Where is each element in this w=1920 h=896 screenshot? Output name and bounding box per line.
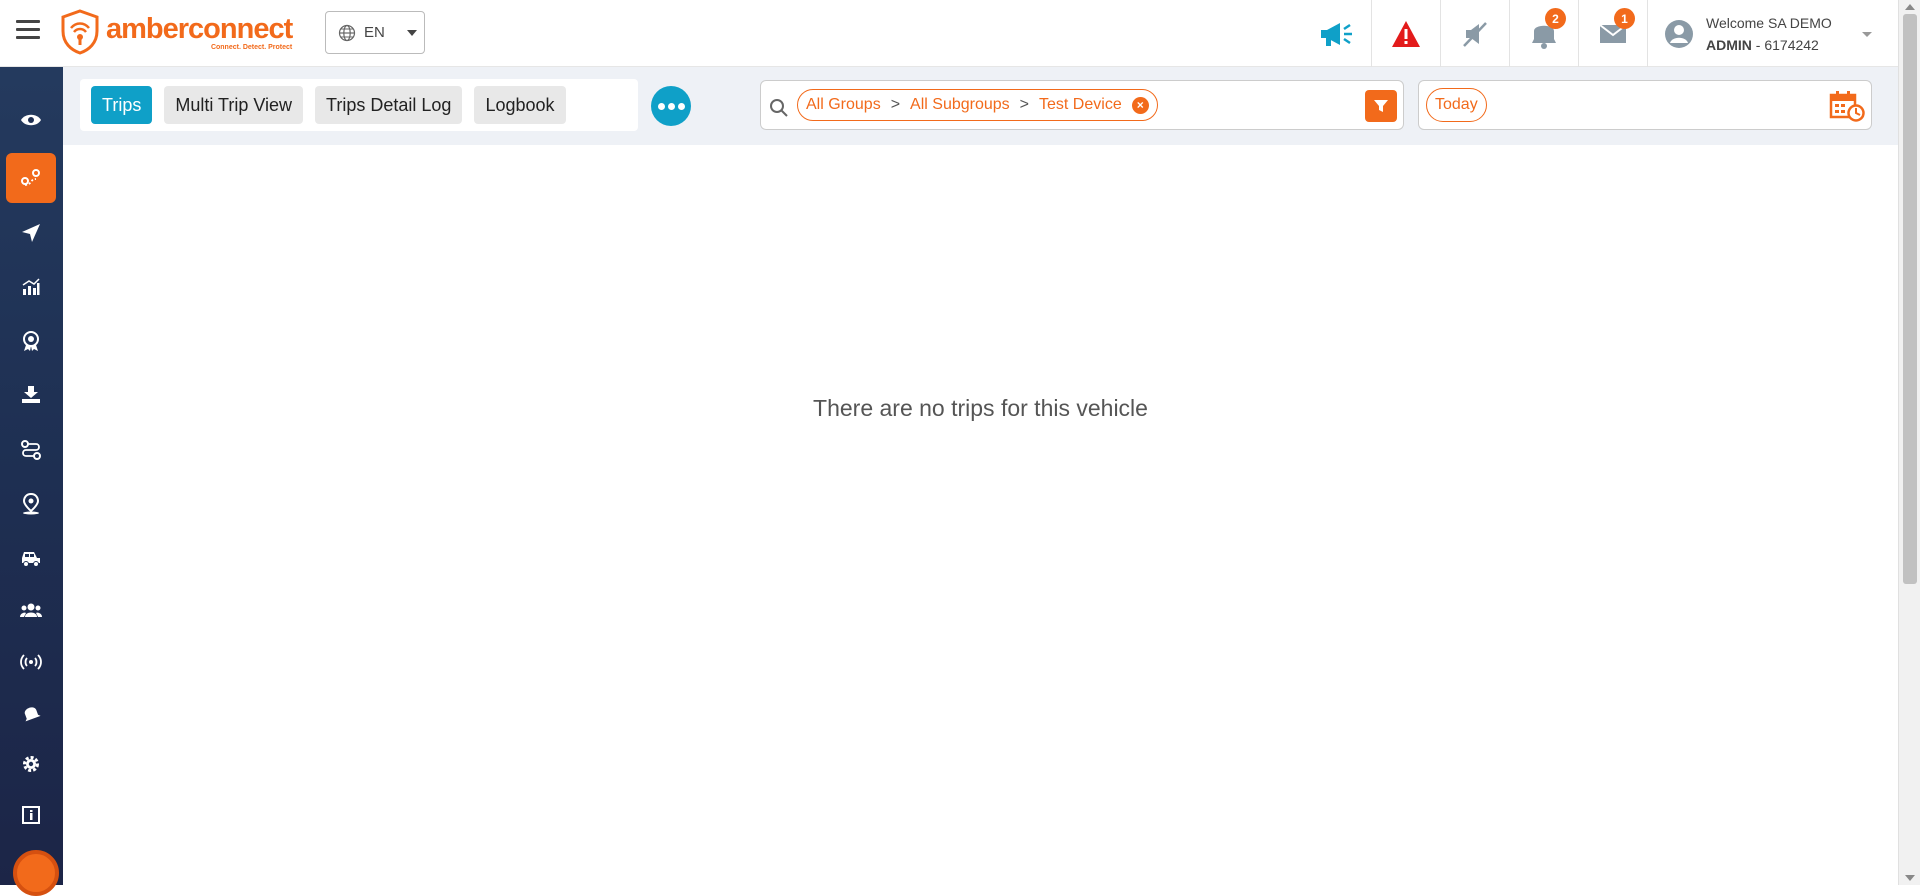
sidebar-item-awards[interactable] bbox=[6, 316, 56, 366]
geofence-pin-icon bbox=[22, 493, 40, 515]
scrollbar-thumb[interactable] bbox=[1903, 14, 1917, 584]
filter-subgroup[interactable]: All Subgroups bbox=[910, 96, 1010, 114]
clear-filter-icon[interactable]: × bbox=[1131, 96, 1149, 114]
tab-logbook[interactable]: Logbook bbox=[474, 86, 566, 124]
top-bar: amberconnect Connect. Detect. Protect EN bbox=[0, 0, 1898, 67]
sidebar bbox=[0, 67, 63, 896]
messages-button[interactable]: 1 bbox=[1579, 0, 1648, 67]
alerts-button[interactable] bbox=[1372, 0, 1441, 67]
sidebar-item-settings[interactable] bbox=[6, 739, 56, 789]
avatar-icon bbox=[1665, 19, 1693, 48]
users-icon bbox=[20, 603, 42, 617]
language-selector[interactable]: EN bbox=[325, 11, 425, 54]
vehicles-icon bbox=[22, 552, 40, 567]
chevron-down-icon bbox=[1862, 32, 1872, 37]
reports-chart-icon bbox=[22, 278, 40, 295]
calendar-clock-icon[interactable] bbox=[1829, 89, 1865, 123]
scroll-up-arrow-icon[interactable] bbox=[1905, 4, 1915, 10]
sidebar-item-vehicles[interactable] bbox=[6, 533, 56, 583]
toolbar: Trips Multi Trip View Trips Detail Log L… bbox=[63, 67, 1898, 145]
filter-button[interactable] bbox=[1365, 90, 1397, 122]
date-filter[interactable]: Today bbox=[1418, 80, 1872, 130]
empty-state-message: There are no trips for this vehicle bbox=[813, 395, 1148, 421]
mail-badge: 1 bbox=[1614, 8, 1635, 29]
sidebar-item-downloads[interactable] bbox=[6, 369, 56, 419]
sidebar-item-info[interactable] bbox=[6, 790, 56, 840]
welcome-text: Welcome SA DEMO bbox=[1706, 14, 1832, 31]
chat-support-button[interactable] bbox=[13, 850, 59, 896]
filter-group[interactable]: All Groups bbox=[806, 96, 881, 114]
mute-button[interactable] bbox=[1441, 0, 1510, 67]
date-chip-today[interactable]: Today bbox=[1426, 88, 1487, 122]
funnel-icon bbox=[1374, 100, 1388, 112]
alerts-bell-icon bbox=[24, 707, 41, 722]
navigation-icon bbox=[22, 224, 40, 242]
more-options-button[interactable] bbox=[651, 86, 691, 126]
hamburger-menu-icon[interactable] bbox=[16, 20, 40, 40]
scroll-down-arrow-icon[interactable] bbox=[1905, 875, 1915, 881]
notifications-button[interactable]: 2 bbox=[1510, 0, 1579, 67]
mute-icon bbox=[1463, 21, 1487, 47]
search-icon bbox=[770, 99, 788, 117]
page-scrollbar[interactable] bbox=[1898, 0, 1920, 885]
notification-badge: 2 bbox=[1545, 8, 1566, 29]
award-icon bbox=[23, 331, 39, 351]
chevron-down-icon bbox=[406, 29, 417, 36]
eye-icon bbox=[21, 114, 41, 126]
filter-breadcrumb-chip[interactable]: All Groups > All Subgroups > Test Device… bbox=[797, 89, 1158, 121]
tab-multi-trip-view[interactable]: Multi Trip View bbox=[164, 86, 304, 124]
sidebar-item-trips[interactable] bbox=[6, 153, 56, 203]
sidebar-item-users[interactable] bbox=[6, 585, 56, 635]
tab-trips[interactable]: Trips bbox=[91, 86, 153, 124]
announcements-button[interactable] bbox=[1303, 0, 1372, 67]
tab-trips-detail-log[interactable]: Trips Detail Log bbox=[315, 86, 463, 124]
trips-route-icon bbox=[21, 169, 40, 186]
sidebar-item-devices[interactable] bbox=[6, 637, 56, 687]
filter-device[interactable]: Test Device bbox=[1039, 96, 1122, 114]
download-icon bbox=[22, 386, 40, 403]
brand-tagline: Connect. Detect. Protect bbox=[210, 43, 293, 51]
shield-wifi-icon bbox=[61, 9, 99, 55]
sidebar-item-routes[interactable] bbox=[6, 425, 56, 475]
group-filter-search[interactable]: All Groups > All Subgroups > Test Device… bbox=[760, 80, 1404, 130]
sidebar-item-geofence[interactable] bbox=[6, 479, 56, 529]
brand-name: amberconnect bbox=[106, 12, 293, 45]
globe-icon bbox=[338, 24, 356, 41]
tab-list: Trips Multi Trip View Trips Detail Log L… bbox=[80, 79, 638, 131]
user-id: - 6174242 bbox=[1751, 36, 1819, 53]
language-value: EN bbox=[364, 24, 385, 41]
devices-signal-icon bbox=[20, 654, 42, 670]
sidebar-item-navigation[interactable] bbox=[6, 208, 56, 258]
sidebar-item-alerts[interactable] bbox=[6, 688, 56, 738]
sidebar-item-live-view[interactable] bbox=[6, 95, 56, 145]
settings-gear-icon bbox=[23, 756, 39, 772]
brand-logo[interactable]: amberconnect Connect. Detect. Protect bbox=[60, 8, 293, 56]
info-icon bbox=[22, 806, 40, 824]
user-menu[interactable]: Welcome SA DEMO ADMIN - 6174242 bbox=[1648, 0, 1898, 67]
user-role: ADMIN bbox=[1706, 36, 1752, 53]
megaphone-icon bbox=[1321, 22, 1352, 46]
alert-icon bbox=[1392, 20, 1420, 47]
sidebar-item-reports[interactable] bbox=[6, 262, 56, 312]
routes-icon bbox=[21, 440, 41, 460]
